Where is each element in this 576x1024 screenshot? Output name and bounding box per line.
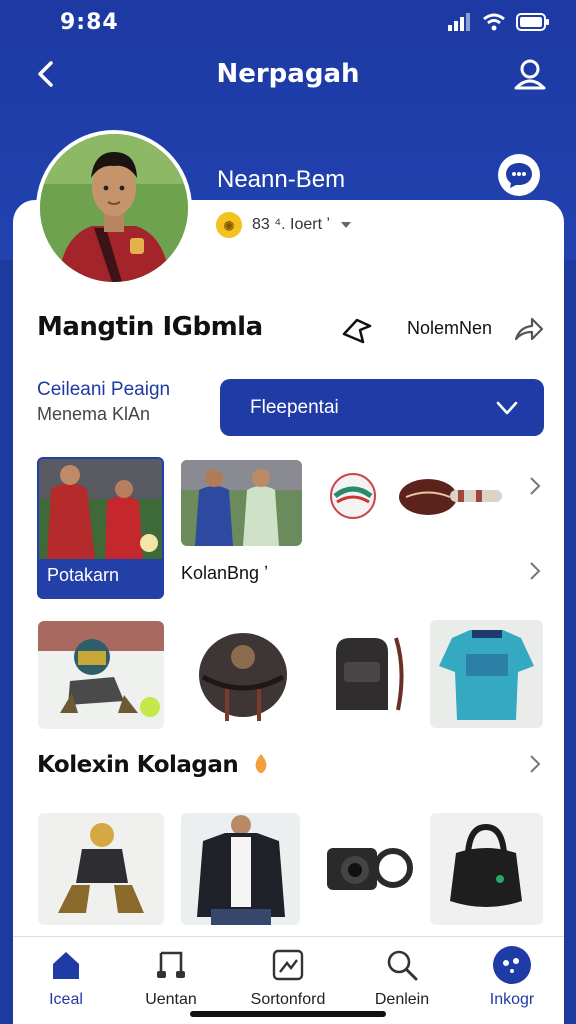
jersey-image bbox=[439, 630, 534, 720]
profile-icon[interactable] bbox=[512, 56, 548, 92]
nav-item-sort[interactable]: Sortonford bbox=[233, 945, 343, 1009]
figure-image bbox=[38, 621, 164, 717]
header-name: Neann-Bem bbox=[217, 166, 346, 193]
helmet-bag-image[interactable] bbox=[197, 627, 289, 725]
send-icon[interactable] bbox=[340, 312, 374, 346]
status-icons bbox=[448, 13, 550, 31]
profile-circle-icon bbox=[493, 946, 531, 984]
backpack-image[interactable] bbox=[326, 630, 408, 716]
jacket-image bbox=[197, 815, 285, 925]
photo-tile[interactable] bbox=[181, 460, 302, 546]
product-tile-figure[interactable] bbox=[38, 621, 164, 729]
product-tile-bag[interactable] bbox=[430, 813, 543, 925]
nav-item-home[interactable]: Iceal bbox=[11, 945, 121, 1009]
page-title: Nerpagah bbox=[216, 59, 360, 89]
chat-bubble-icon bbox=[506, 163, 532, 188]
back-arrow-icon[interactable] bbox=[30, 58, 62, 90]
home-icon bbox=[53, 952, 79, 979]
status-time: 9:84 bbox=[60, 9, 119, 35]
display-name: Mangtin IGbmla bbox=[37, 312, 263, 342]
chart-icon bbox=[272, 949, 304, 981]
players-photo bbox=[39, 459, 162, 559]
signal-icon bbox=[448, 13, 470, 31]
nav-label-search: Denlein bbox=[374, 991, 430, 1008]
progress-strip bbox=[39, 597, 89, 599]
flame-icon bbox=[255, 754, 267, 773]
nav-bar: Nerpagah bbox=[0, 44, 576, 104]
featured-tile[interactable]: Potakarn bbox=[37, 457, 164, 599]
nav-label-music: Uentan bbox=[145, 991, 197, 1008]
meta-row[interactable]: ◉ 83 ⁴. Ioert ʼ bbox=[216, 212, 352, 238]
nav-label-sort: Sortonford bbox=[250, 991, 326, 1008]
select-label: Fleepentai bbox=[250, 396, 339, 418]
chevron-down-icon bbox=[496, 401, 518, 414]
nav-item-music[interactable]: Uentan bbox=[116, 945, 226, 1009]
soccer-ball-icon[interactable] bbox=[329, 472, 377, 520]
search-icon bbox=[387, 950, 418, 981]
product-tile-jacket[interactable] bbox=[181, 813, 300, 925]
match-photo bbox=[181, 460, 302, 546]
follow-label[interactable]: NolemNen bbox=[407, 318, 492, 339]
section-title-text: Kolexin Kolagan bbox=[37, 752, 239, 778]
nav-item-search[interactable]: Denlein bbox=[347, 945, 457, 1009]
chat-button[interactable] bbox=[498, 154, 540, 196]
share-icon[interactable] bbox=[512, 313, 544, 345]
chevron-right-icon[interactable] bbox=[525, 476, 545, 496]
battery-icon bbox=[516, 13, 549, 31]
status-bar: 9:84 bbox=[0, 0, 576, 44]
handbag-image bbox=[450, 823, 522, 907]
chevron-right-icon[interactable] bbox=[525, 754, 545, 774]
meta-text: 83 ⁴. Ioert ʼ bbox=[252, 216, 331, 233]
section-title: Kolexin Kolagan bbox=[37, 752, 270, 778]
coin-icon: ◉ bbox=[216, 212, 242, 238]
toy-figure-image bbox=[58, 823, 144, 913]
nav-item-profile[interactable]: Inkogr bbox=[457, 945, 567, 1009]
product-tile-shirt[interactable] bbox=[430, 620, 543, 728]
featured-label: Potakarn bbox=[47, 565, 120, 585]
nav-label-home: Iceal bbox=[49, 991, 83, 1008]
product-tile-toy[interactable] bbox=[38, 813, 164, 925]
wifi-icon bbox=[483, 13, 505, 31]
avatar[interactable] bbox=[36, 130, 192, 286]
chevron-down-icon bbox=[341, 222, 352, 228]
nav-label-profile: Inkogr bbox=[489, 991, 535, 1008]
select-dropdown[interactable]: Fleepentai bbox=[220, 379, 544, 436]
info-label: Ceileani Peaign bbox=[37, 379, 171, 400]
info-sub: Menema KlAn bbox=[37, 404, 151, 424]
chevron-right-icon[interactable] bbox=[525, 561, 545, 581]
music-note-icon bbox=[157, 951, 185, 978]
rugby-ball-icon[interactable] bbox=[398, 476, 504, 518]
camera-image[interactable] bbox=[325, 836, 413, 902]
photo-tile-label: KolanBng ʼ bbox=[181, 563, 269, 583]
avatar-photo bbox=[40, 134, 188, 282]
home-indicator bbox=[190, 1011, 386, 1017]
